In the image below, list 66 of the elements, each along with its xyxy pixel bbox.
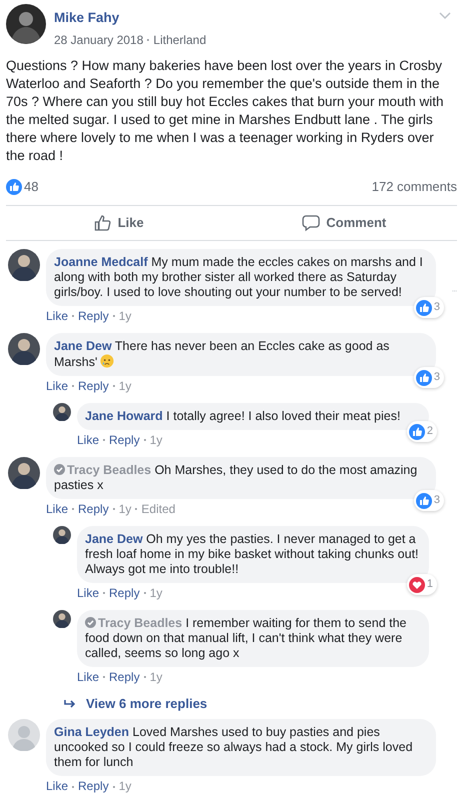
separator-dot-icon	[112, 385, 115, 388]
comment-action-link[interactable]: Reply	[78, 502, 109, 517]
comment-text: Jane Dew Oh my yes the pasties. I never managed to get a fresh loaf home in my bike basket without taking chunks out! Always got me into trouble!!	[85, 532, 420, 577]
separator-dot-icon	[72, 786, 74, 788]
separator-dot-icon	[72, 385, 74, 388]
separator-dot-icon	[144, 592, 146, 594]
reply-arrow-icon	[64, 698, 76, 708]
comment-button[interactable]: Comment	[232, 213, 457, 232]
thumbs-up-icon	[416, 492, 432, 508]
comment-action-link[interactable]: Reply	[78, 779, 109, 794]
separator-dot-icon	[112, 786, 115, 788]
separator-dot-icon	[72, 508, 74, 510]
separator-dot-icon	[103, 592, 106, 594]
separator-dot-icon	[72, 315, 74, 318]
check-badge-icon	[54, 464, 65, 475]
like-count[interactable]: 48	[24, 177, 38, 197]
chevron-down-icon[interactable]	[439, 12, 451, 20]
separator-dot-icon	[103, 676, 106, 678]
thumbs-up-icon	[94, 214, 112, 232]
comment-text: Jane Dew There has never been an Eccles cake as good as Marshs'	[54, 338, 390, 370]
comment-text: Joanne Medcalf My mum made the eccles cakes on marshs and I along with both my brother sister all worked there as Saturday girls/boy. I used to love shouting out your number to be served!	[54, 254, 424, 300]
check-badge-icon	[85, 616, 96, 628]
post-location[interactable]: Litherland	[153, 31, 206, 50]
comment-action-link[interactable]: Reply	[78, 378, 109, 394]
comment-action-link[interactable]: Like	[77, 432, 100, 448]
comment-action-link[interactable]: Reply	[109, 670, 140, 685]
separator-dot-icon	[112, 508, 115, 510]
post-text: Questions ? How many bakeries have been lost over the years in Crosby Waterloo and Seaforth ? Do you remember the que's outside them in the 70s ? Where can you still buy hot Eccles cakes that burn your mouth with the melted sugar. I used to get mine in Marshes Endbutt lane . The girls there where lovely to me when I was a teenager working in Ryders over the road !	[6, 57, 444, 166]
comment-text: Jane Howard I totally agree! I also loved their meat pies!	[85, 408, 402, 424]
comment-meta: 1y	[150, 586, 162, 601]
author-name[interactable]: Mike Fahy	[54, 8, 431, 28]
separator-dot-icon	[147, 39, 150, 42]
comment-text: Gina Leyden Loved Marshes used to buy pasties and pies uncooked so I could freeze so always had a stock. My girls loved them for lunch	[54, 725, 414, 770]
comment-count[interactable]: 172 comments	[372, 177, 457, 197]
separator-dot-icon	[103, 439, 106, 442]
comment-action-link[interactable]: Like	[46, 308, 68, 324]
comment-meta: 1y	[118, 779, 132, 794]
comment-action-link[interactable]: Reply	[109, 432, 140, 448]
comment-action-link[interactable]: Reply	[109, 586, 140, 601]
comment-meta: 1y	[150, 432, 162, 448]
comment-action-link[interactable]: Reply	[78, 308, 109, 324]
thumbs-up-icon	[416, 300, 432, 316]
comment-action-link[interactable]: Like	[46, 779, 68, 794]
separator-dot-icon	[144, 439, 146, 442]
post-date[interactable]: 28 January 2018	[54, 31, 144, 50]
separator-dot-icon	[112, 315, 115, 318]
comment-text: Tracy Beadles Oh Marshes, they used to do the most amazing pasties x	[54, 462, 418, 493]
comment-action-link[interactable]: Like	[77, 670, 100, 685]
avatar	[6, 4, 46, 44]
comment-meta: 1y	[118, 308, 132, 324]
comment-meta: 1y	[150, 670, 162, 685]
comment-action-link[interactable]: Like	[77, 586, 100, 601]
separator-dot-icon	[135, 508, 138, 510]
like-button[interactable]: Like	[6, 213, 232, 232]
view-more-replies-link[interactable]: View 6 more replies	[8, 694, 457, 714]
thumbs-up-icon	[408, 424, 425, 440]
comment-action-link[interactable]: Like	[46, 502, 68, 517]
comment-meta: 1y	[118, 502, 132, 517]
speech-bubble-icon	[302, 214, 320, 232]
comment-meta: 1y	[118, 378, 132, 394]
separator-dot-icon	[144, 676, 146, 678]
comment-meta: Edited	[141, 502, 176, 517]
thumbs-up-icon	[6, 179, 22, 195]
comment-text: Tracy Beadles I remember waiting for them to send the food down on that manual lift, I can't think what they were called, seems so long ago x	[85, 616, 408, 661]
thumbs-up-icon	[416, 370, 432, 386]
comment-action-link[interactable]: Like	[46, 378, 68, 394]
